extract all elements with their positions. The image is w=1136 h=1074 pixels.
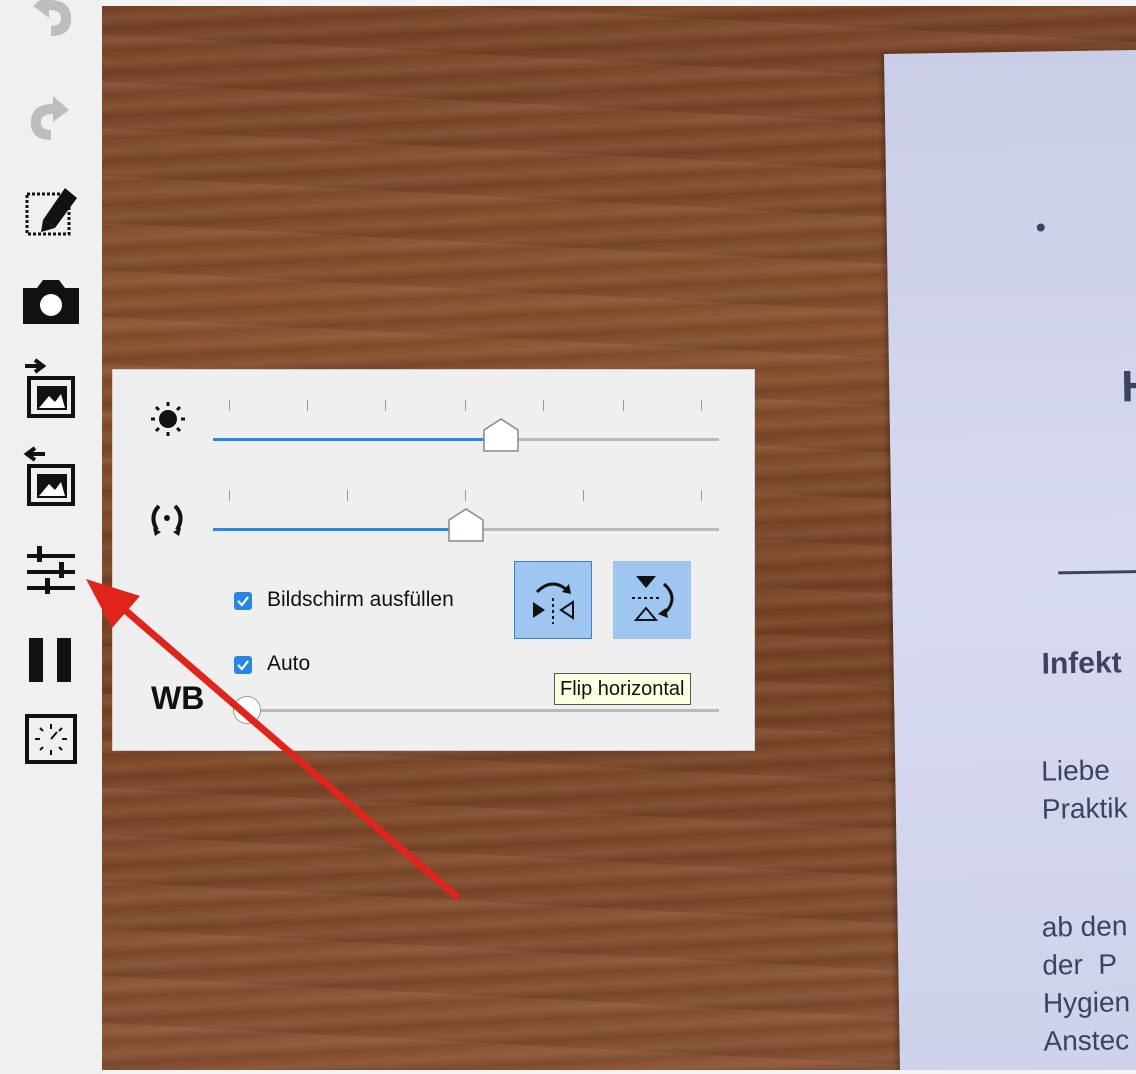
document-paper: H Infekt Liebe Praktik ab den der P Hygi… [884,49,1136,1070]
pause-button[interactable] [14,628,88,692]
doc-line: der P [1042,948,1118,981]
undo-icon [33,0,72,36]
timelapse-button[interactable] [14,706,88,770]
settings-button[interactable] [14,538,88,602]
auto-wb-label: Auto [267,652,311,675]
doc-rule [1058,569,1136,575]
sliders-icon [27,546,75,594]
auto-wb-checkbox[interactable] [234,656,252,674]
rotation-slider[interactable] [213,490,719,542]
image-export-icon [23,446,75,506]
doc-line: Liebe [1041,754,1111,787]
brightness-icon [151,402,185,436]
flip-vertical-button[interactable] [613,561,691,639]
left-toolbar [0,0,102,1074]
checkmark-icon [237,660,249,671]
doc-bullet [1036,223,1045,232]
flip-horizontal-button[interactable] [514,561,592,639]
checkmark-icon [237,596,249,607]
pause-icon [29,638,71,682]
doc-line: Praktik [1041,792,1128,825]
camera-icon [23,280,79,324]
flip-horizontal-icon [533,582,574,624]
doc-line: ab den [1041,910,1128,943]
flip-vertical-icon [632,576,674,621]
timer-icon [25,714,77,764]
import-image-button[interactable] [14,356,88,420]
doc-subheading: Infekt [1041,646,1122,681]
doc-line: Hygien [1042,986,1131,1019]
image-import-icon [25,358,75,418]
fill-screen-label: Bildschirm ausfüllen [267,588,454,611]
rotation-slider-thumb[interactable] [448,508,484,542]
select-edit-button[interactable] [14,178,88,242]
fill-screen-checkbox[interactable] [234,592,252,610]
snapshot-button[interactable] [14,268,88,332]
export-image-button[interactable] [14,444,88,508]
brightness-slider-thumb[interactable] [483,418,520,452]
brightness-slider[interactable] [213,400,719,452]
doc-line: Anstec [1043,1024,1130,1057]
undo-button[interactable] [14,0,88,46]
redo-button[interactable] [14,86,88,150]
wb-label: WB [151,680,205,716]
flip-horizontal-tooltip: Flip horizontal [554,673,691,705]
selection-edit-icon [25,188,77,236]
doc-heading: H [1120,361,1136,412]
wb-slider-thumb[interactable] [233,696,261,724]
redo-icon [30,96,69,140]
rotation-icon [151,504,183,536]
